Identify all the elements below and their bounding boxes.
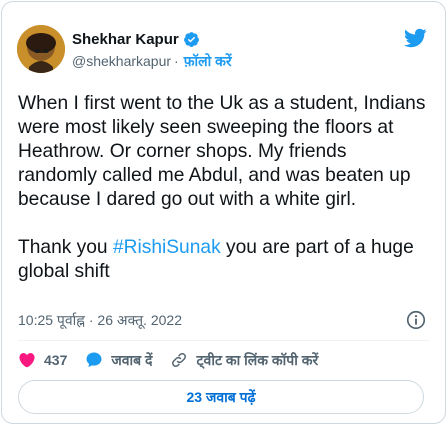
reply-label: जवाब दें — [111, 351, 153, 368]
tweet-body-start: When I first went to the Uk as a student… — [18, 93, 426, 258]
follow-button[interactable]: फ़ॉलो करें — [184, 52, 232, 71]
hashtag-link[interactable]: #RishiSunak — [113, 237, 221, 258]
tweet-timestamp-row[interactable]: 10:25 पूर्वाह्न · 26 अक्तू. 2022 — [18, 310, 182, 330]
author-name-row[interactable]: Shekhar Kapur — [72, 29, 200, 49]
like-button[interactable]: 437 — [18, 351, 67, 369]
copy-link-label: ट्वीट का लिंक कॉपी करें — [196, 351, 319, 368]
action-bar: 437 जवाब दें ट्वीट का लिंक कॉपी करें — [18, 348, 336, 372]
read-replies-label: 23 जवाब पढ़ें — [186, 388, 256, 405]
copy-link-button[interactable]: ट्वीट का लिंक कॉपी करें — [170, 351, 318, 370]
tweet-card: Shekhar Kapur @shekharkapur · फ़ॉलो करें… — [1, 1, 446, 424]
tweet-timestamp[interactable]: 10:25 पूर्वाह्न · 26 अक्तू. 2022 — [18, 311, 182, 330]
avatar[interactable] — [17, 25, 65, 73]
info-icon[interactable] — [405, 309, 427, 331]
author-name[interactable]: Shekhar Kapur — [72, 31, 179, 48]
verified-badge-icon — [183, 31, 200, 48]
divider — [18, 340, 429, 341]
reply-bubble-icon — [86, 352, 102, 368]
author-handle-row: @shekharkapur · फ़ॉलो करें — [72, 52, 232, 70]
twitter-bird-icon[interactable] — [403, 26, 427, 50]
read-replies-button[interactable]: 23 जवाब पढ़ें — [18, 380, 424, 414]
heart-icon — [19, 353, 35, 368]
tweet-text: When I first went to the Uk as a student… — [18, 92, 428, 284]
separator-dot: · — [174, 53, 179, 69]
link-icon — [172, 353, 187, 367]
author-handle[interactable]: @shekharkapur — [72, 53, 171, 69]
like-count: 437 — [44, 352, 68, 368]
reply-button[interactable]: जवाब दें — [85, 351, 152, 370]
